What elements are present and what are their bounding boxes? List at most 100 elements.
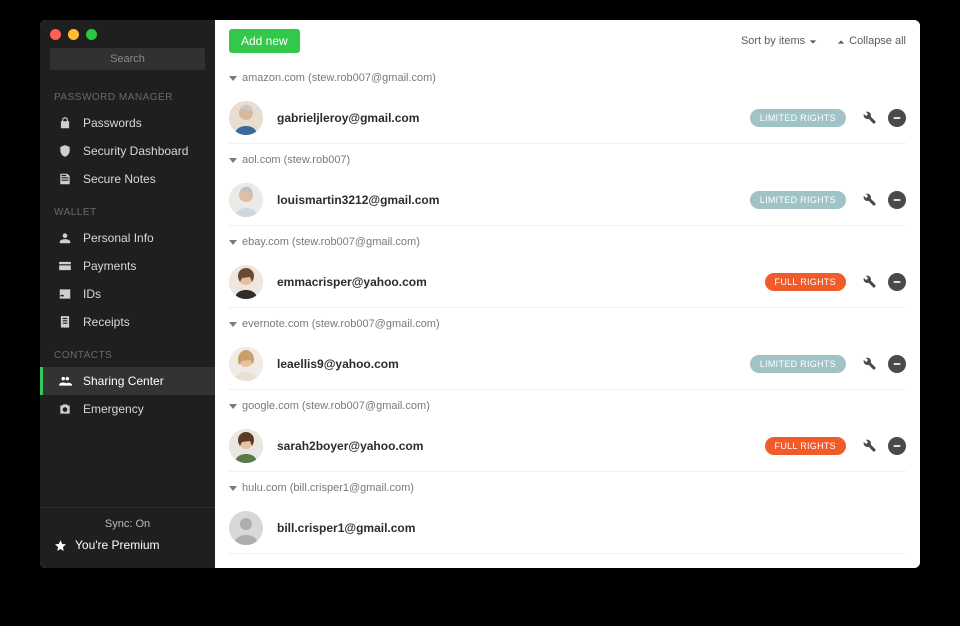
nav-emergency[interactable]: Emergency xyxy=(40,395,215,423)
card-icon xyxy=(57,258,73,274)
star-icon xyxy=(54,539,67,552)
triangle-down-icon xyxy=(229,76,237,81)
window-maximize-button[interactable] xyxy=(86,29,97,40)
receipt-icon xyxy=(57,314,73,330)
rights-badge: LIMITED RIGHTS xyxy=(750,109,846,127)
settings-button[interactable] xyxy=(860,437,878,455)
triangle-down-icon xyxy=(229,486,237,491)
sidebar: PASSWORD MANAGER Passwords Security Dash… xyxy=(40,20,215,568)
shares-list: amazon.com (stew.rob007@gmail.com)gabrie… xyxy=(215,62,920,568)
sort-by-dropdown[interactable]: Sort by items xyxy=(741,35,817,47)
settings-button[interactable] xyxy=(860,191,878,209)
nav-label: Sharing Center xyxy=(83,374,164,388)
section-wallet: WALLET xyxy=(40,193,215,224)
row-actions xyxy=(860,355,906,373)
nav-sharing-center[interactable]: Sharing Center xyxy=(40,367,215,395)
nav-secure-notes[interactable]: Secure Notes xyxy=(40,165,215,193)
search-input[interactable] xyxy=(50,48,205,70)
lock-icon xyxy=(57,115,73,131)
id-icon xyxy=(57,286,73,302)
section-password-manager: PASSWORD MANAGER xyxy=(40,78,215,109)
rights-badge: FULL RIGHTS xyxy=(765,273,846,291)
contact-email: louismartin3212@gmail.com xyxy=(277,193,750,207)
settings-button[interactable] xyxy=(860,109,878,127)
main-panel: Add new Sort by items Collapse all amazo… xyxy=(215,20,920,568)
share-group-title: evernote.com (stew.rob007@gmail.com) xyxy=(242,318,440,330)
contact-row: emmacrisper@yahoo.comFULL RIGHTS xyxy=(229,256,906,308)
toolbar: Add new Sort by items Collapse all xyxy=(215,20,920,62)
remove-button[interactable] xyxy=(888,109,906,127)
contact-row: bill.crisper1@gmail.com xyxy=(229,502,906,554)
minus-icon xyxy=(892,441,902,451)
share-icon xyxy=(57,373,73,389)
sort-by-label: Sort by items xyxy=(741,35,805,47)
shield-icon xyxy=(57,143,73,159)
contact-row: louismartin3212@gmail.comLIMITED RIGHTS xyxy=(229,174,906,226)
nav-label: Security Dashboard xyxy=(83,144,188,158)
share-group-header[interactable]: google.com (stew.rob007@gmail.com) xyxy=(229,390,906,420)
add-new-button[interactable]: Add new xyxy=(229,29,300,53)
app-window: PASSWORD MANAGER Passwords Security Dash… xyxy=(40,20,920,568)
contact-row: leaellis9@yahoo.comLIMITED RIGHTS xyxy=(229,338,906,390)
share-group-header[interactable]: amazon.com (stew.rob007@gmail.com) xyxy=(229,62,906,92)
premium-status: You're Premium xyxy=(54,538,201,552)
window-close-button[interactable] xyxy=(50,29,61,40)
share-group-header[interactable]: hulu.com (bill.crisper1@gmail.com) xyxy=(229,472,906,502)
nav-receipts[interactable]: Receipts xyxy=(40,308,215,336)
remove-button[interactable] xyxy=(888,437,906,455)
row-actions xyxy=(860,437,906,455)
wrench-icon xyxy=(862,192,877,207)
rights-badge: LIMITED RIGHTS xyxy=(750,355,846,373)
share-group-title: aol.com (stew.rob007) xyxy=(242,154,350,166)
nav-label: Payments xyxy=(83,259,136,273)
search-container xyxy=(40,48,215,78)
row-actions xyxy=(860,273,906,291)
triangle-down-icon xyxy=(229,404,237,409)
share-group-header[interactable]: evernote.com (stew.rob007@gmail.com) xyxy=(229,308,906,338)
nav-payments[interactable]: Payments xyxy=(40,252,215,280)
remove-button[interactable] xyxy=(888,355,906,373)
rights-badge: LIMITED RIGHTS xyxy=(750,191,846,209)
share-group-header[interactable]: aol.com (stew.rob007) xyxy=(229,144,906,174)
remove-button[interactable] xyxy=(888,273,906,291)
collapse-all-button[interactable]: Collapse all xyxy=(837,35,906,47)
nav-security-dashboard[interactable]: Security Dashboard xyxy=(40,137,215,165)
remove-button[interactable] xyxy=(888,191,906,209)
sync-status: Sync: On xyxy=(54,518,201,538)
settings-button[interactable] xyxy=(860,273,878,291)
avatar xyxy=(229,183,263,217)
minus-icon xyxy=(892,359,902,369)
person-icon xyxy=(57,230,73,246)
window-titlebar xyxy=(40,20,215,48)
minus-icon xyxy=(892,195,902,205)
share-group-title: google.com (stew.rob007@gmail.com) xyxy=(242,400,430,412)
avatar xyxy=(229,347,263,381)
chevron-down-icon xyxy=(809,37,817,45)
nav-label: Emergency xyxy=(83,402,144,416)
nav-label: IDs xyxy=(83,287,101,301)
nav-personal-info[interactable]: Personal Info xyxy=(40,224,215,252)
share-group-title: hulu.com (bill.crisper1@gmail.com) xyxy=(242,482,414,494)
collapse-all-label: Collapse all xyxy=(849,35,906,47)
row-actions xyxy=(860,109,906,127)
nav-label: Receipts xyxy=(83,315,130,329)
contact-row: sarah2boyer@yahoo.comFULL RIGHTS xyxy=(229,420,906,472)
share-group-header[interactable]: ebay.com (stew.rob007@gmail.com) xyxy=(229,226,906,256)
share-group-title: ebay.com (stew.rob007@gmail.com) xyxy=(242,236,420,248)
rights-badge: FULL RIGHTS xyxy=(765,437,846,455)
chevron-up-icon xyxy=(837,37,845,45)
nav-ids[interactable]: IDs xyxy=(40,280,215,308)
wrench-icon xyxy=(862,356,877,371)
triangle-down-icon xyxy=(229,322,237,327)
contact-email: emmacrisper@yahoo.com xyxy=(277,275,765,289)
window-minimize-button[interactable] xyxy=(68,29,79,40)
contact-row: gabrieljleroy@gmail.comLIMITED RIGHTS xyxy=(229,92,906,144)
settings-button[interactable] xyxy=(860,355,878,373)
nav-label: Secure Notes xyxy=(83,172,156,186)
section-contacts: CONTACTS xyxy=(40,336,215,367)
nav-label: Passwords xyxy=(83,116,142,130)
minus-icon xyxy=(892,113,902,123)
nav-passwords[interactable]: Passwords xyxy=(40,109,215,137)
sidebar-footer: Sync: On You're Premium xyxy=(40,507,215,568)
avatar xyxy=(229,265,263,299)
